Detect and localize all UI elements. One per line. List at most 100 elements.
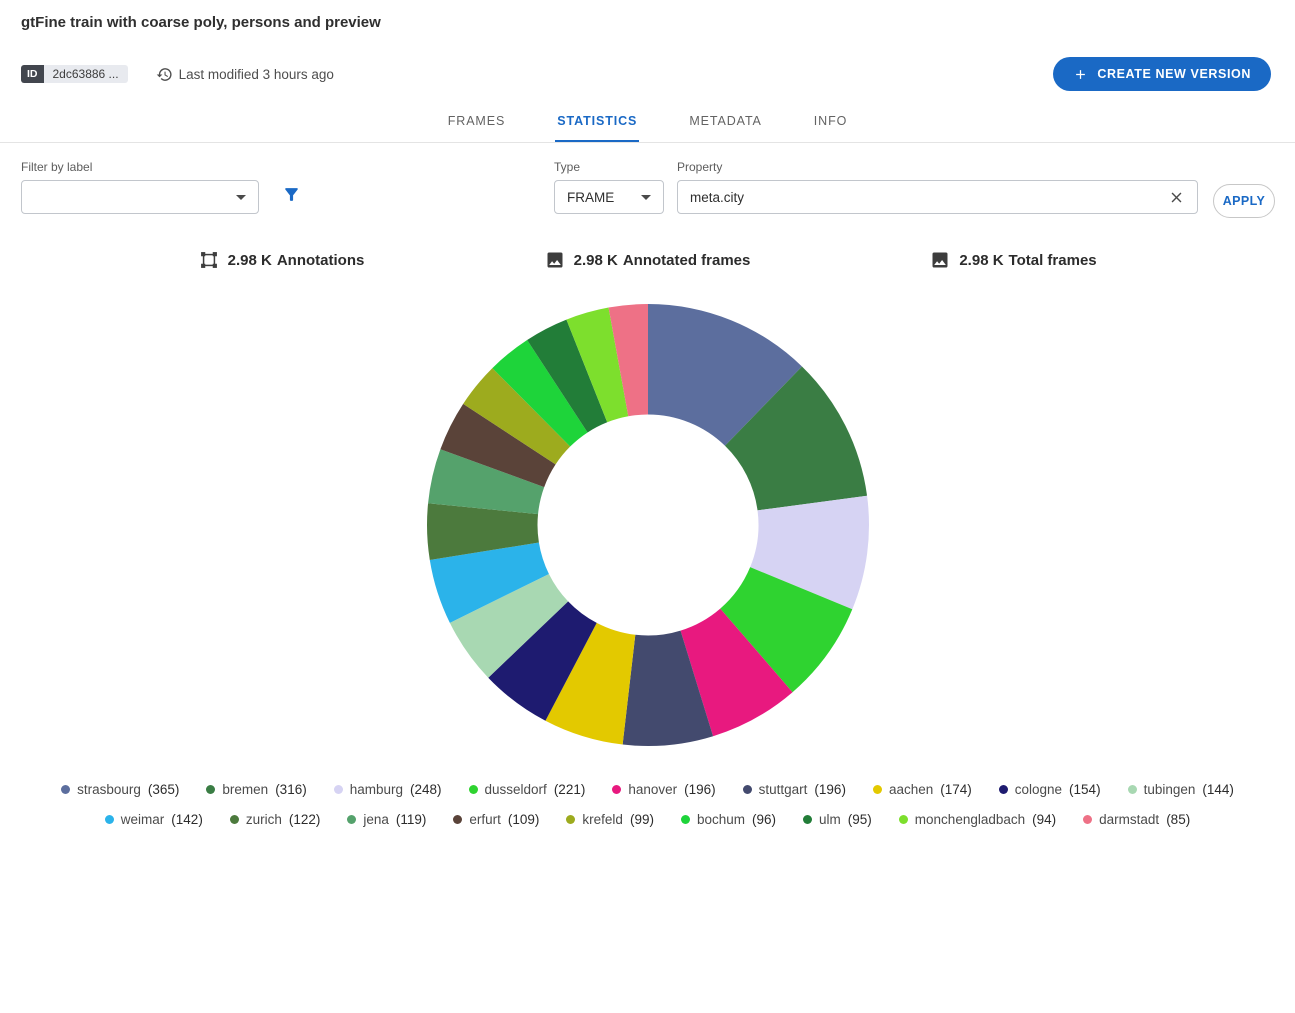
dataset-header: gtFine train with coarse poly, persons a… (0, 0, 1295, 91)
legend-label: krefeld (582, 812, 623, 827)
legend-count: (196) (684, 782, 716, 797)
property-input-value: meta.city (690, 190, 744, 205)
legend-count: (95) (848, 812, 872, 827)
filter-by-label-label: Filter by label (21, 160, 259, 174)
legend-item-stuttgart[interactable]: stuttgart (196) (743, 782, 846, 797)
tab-bar: FRAMES STATISTICS METADATA INFO (0, 99, 1295, 143)
legend-count: (221) (554, 782, 586, 797)
legend-label: stuttgart (759, 782, 808, 797)
legend-item-bremen[interactable]: bremen (316) (206, 782, 306, 797)
type-select[interactable]: FRAME (554, 180, 664, 214)
legend-count: (248) (410, 782, 442, 797)
legend-dot (469, 785, 478, 794)
apply-button[interactable]: APPLY (1213, 184, 1275, 218)
legend-item-dusseldorf[interactable]: dusseldorf (221) (469, 782, 586, 797)
legend-dot (453, 815, 462, 824)
stat-label: Annotated frames (623, 252, 751, 269)
tab-metadata[interactable]: METADATA (687, 99, 763, 142)
legend-item-bochum[interactable]: bochum (96) (681, 812, 776, 827)
filter-funnel-icon[interactable] (282, 185, 301, 204)
legend-item-hamburg[interactable]: hamburg (248) (334, 782, 442, 797)
legend-label: tubingen (1144, 782, 1196, 797)
stat-value: 2.98 K (574, 252, 618, 269)
type-select-value: FRAME (567, 190, 614, 205)
tab-frames[interactable]: FRAMES (446, 99, 508, 142)
plus-icon (1073, 67, 1088, 82)
clear-property-icon[interactable] (1168, 189, 1185, 206)
legend-label: aachen (889, 782, 933, 797)
legend-count: (154) (1069, 782, 1101, 797)
legend-count: (94) (1032, 812, 1056, 827)
legend-item-cologne[interactable]: cologne(154) (999, 782, 1101, 797)
legend-label: jena (363, 812, 389, 827)
id-chip-label: ID (21, 65, 44, 83)
legend-count: (144) (1202, 782, 1234, 797)
legend-label: strasbourg (77, 782, 141, 797)
legend-label: weimar (121, 812, 165, 827)
legend-label: hamburg (350, 782, 403, 797)
legend-dot (899, 815, 908, 824)
donut-svg (425, 302, 871, 748)
legend-count: (174) (940, 782, 972, 797)
filter-by-label-select[interactable] (21, 180, 259, 214)
legend-item-strasbourg[interactable]: strasbourg (365) (61, 782, 179, 797)
stat-label: Annotations (277, 252, 365, 269)
legend-count: (119) (396, 812, 427, 827)
legend-dot (743, 785, 752, 794)
legend-item-monchengladbach[interactable]: monchengladbach(94) (899, 812, 1056, 827)
legend-item-zurich[interactable]: zurich (122) (230, 812, 321, 827)
stats-row: 2.98 K Annotations 2.98 K Annotated fram… (0, 250, 1295, 270)
dataset-id-badge[interactable]: ID 2dc63886 ... (21, 65, 128, 83)
legend-dot (230, 815, 239, 824)
legend-item-aachen[interactable]: aachen (174) (873, 782, 972, 797)
legend-dot (334, 785, 343, 794)
legend-dot (612, 785, 621, 794)
legend-item-tubingen[interactable]: tubingen (144) (1128, 782, 1234, 797)
legend-item-jena[interactable]: jena (119) (347, 812, 426, 827)
legend-label: bochum (697, 812, 745, 827)
legend-count: (96) (752, 812, 776, 827)
legend-label: dusseldorf (485, 782, 547, 797)
legend-dot (873, 785, 882, 794)
legend-count: (85) (1166, 812, 1190, 827)
chevron-down-icon (641, 195, 651, 200)
legend-label: hanover (628, 782, 677, 797)
tab-info[interactable]: INFO (812, 99, 849, 142)
legend-dot (105, 815, 114, 824)
dataset-id-value: 2dc63886 ... (44, 65, 128, 83)
stat-annotated-frames: 2.98 K Annotated frames (465, 250, 831, 270)
legend-item-hanover[interactable]: hanover (196) (612, 782, 715, 797)
image-icon (930, 250, 950, 270)
legend-count: (142) (171, 812, 203, 827)
legend-dot (803, 815, 812, 824)
stat-total-frames: 2.98 K Total frames (831, 250, 1197, 270)
stat-value: 2.98 K (228, 252, 272, 269)
image-icon (545, 250, 565, 270)
stat-annotations: 2.98 K Annotations (99, 250, 465, 270)
legend-dot (566, 815, 575, 824)
legend-item-darmstadt[interactable]: darmstadt (85) (1083, 812, 1190, 827)
create-new-version-button[interactable]: CREATE NEW VERSION (1053, 57, 1271, 91)
legend-dot (347, 815, 356, 824)
legend-label: darmstadt (1099, 812, 1159, 827)
legend-item-krefeld[interactable]: krefeld(99) (566, 812, 654, 827)
city-donut-chart (0, 302, 1295, 748)
filter-bar: Filter by label Type FRAME Property meta… (0, 160, 1295, 218)
tab-statistics[interactable]: STATISTICS (555, 99, 639, 142)
legend-count: (196) (814, 782, 846, 797)
legend-item-weimar[interactable]: weimar (142) (105, 812, 203, 827)
legend-item-erfurt[interactable]: erfurt(109) (453, 812, 539, 827)
legend-item-ulm[interactable]: ulm(95) (803, 812, 872, 827)
last-modified-text: Last modified 3 hours ago (179, 67, 334, 82)
legend-count: (365) (148, 782, 180, 797)
legend-dot (681, 815, 690, 824)
history-icon (156, 66, 173, 83)
type-label: Type (554, 160, 664, 174)
legend-dot (1128, 785, 1137, 794)
property-label: Property (677, 160, 1198, 174)
legend-label: zurich (246, 812, 282, 827)
legend-label: bremen (222, 782, 268, 797)
property-input[interactable]: meta.city (677, 180, 1198, 214)
legend-count: (122) (289, 812, 321, 827)
legend-count: (316) (275, 782, 307, 797)
